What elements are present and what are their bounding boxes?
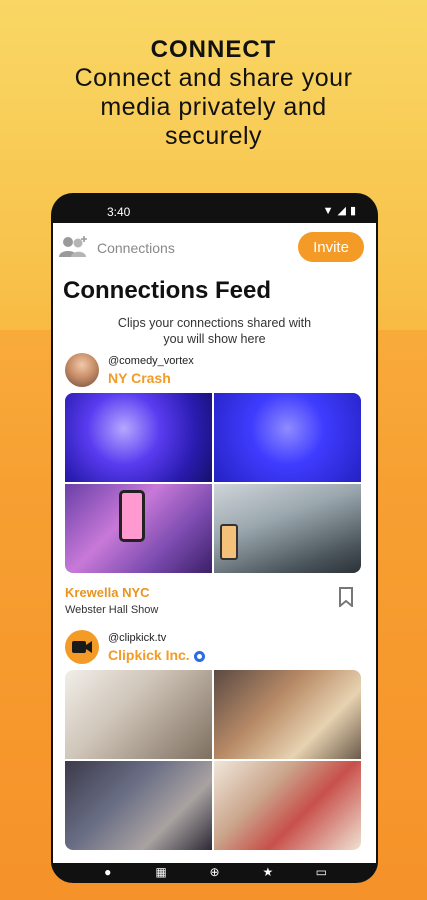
promo-line-3: securely <box>164 122 263 150</box>
feed-subtitle-line-2: you will show here <box>163 332 266 346</box>
app-screen: Connections Invite Connections Feed Clip… <box>53 223 376 883</box>
post-caption: Krewella NYC Webster Hall Show <box>65 585 376 616</box>
media-thumbnail[interactable] <box>214 761 361 850</box>
section-label: Connections <box>97 240 175 256</box>
camera-logo-icon <box>72 641 92 653</box>
post-handle[interactable]: @clipkick.tv <box>108 632 166 644</box>
chat-icon[interactable]: ▭ <box>312 865 330 879</box>
promo-headline: CONNECT Connect and share your media pri… <box>0 36 427 151</box>
status-icons: ▼ ◢ ▮ <box>322 204 356 218</box>
feed-post: @comedy_vortex NY Crash Krewella NYC Web… <box>53 353 376 616</box>
people-plus-icon[interactable] <box>59 235 89 257</box>
feed-icon[interactable]: ▦ <box>152 865 170 879</box>
bottom-nav: ● ▦ ⊕ ★ ▭ <box>51 863 378 883</box>
star-icon[interactable]: ★ <box>259 865 277 879</box>
media-thumbnail[interactable] <box>65 393 212 482</box>
media-thumbnail[interactable] <box>214 484 361 573</box>
invite-button[interactable]: Invite <box>298 232 364 262</box>
avatar[interactable] <box>65 630 99 664</box>
wifi-icon: ▼ <box>322 204 334 217</box>
signal-icon: ◢ <box>337 205 346 217</box>
status-time: 3:40 <box>107 205 131 219</box>
feed-title: Connections Feed <box>63 277 272 304</box>
media-thumbnail[interactable] <box>65 670 212 759</box>
promo-title: CONNECT <box>150 36 277 63</box>
phone-frame: 3:40 ▼ ◢ ▮ Connections Invite Connection… <box>51 193 378 883</box>
promo-line-1: Connect and share your <box>74 64 353 92</box>
avatar[interactable] <box>65 353 99 387</box>
caption-subtitle: Webster Hall Show <box>65 604 159 616</box>
add-circle-icon[interactable]: ⊕ <box>205 865 223 879</box>
post-header: @comedy_vortex NY Crash <box>53 353 376 393</box>
media-thumbnail[interactable] <box>214 670 361 759</box>
media-grid[interactable] <box>65 393 361 573</box>
caption-title: Krewella NYC <box>65 585 150 600</box>
feed-subtitle: Clips your connections shared with you w… <box>53 315 376 347</box>
feed-subtitle-line-1: Clips your connections shared with <box>117 316 312 330</box>
post-author-name[interactable]: Clipkick Inc. <box>108 647 205 663</box>
bookmark-icon[interactable] <box>338 587 354 607</box>
media-grid[interactable] <box>65 670 361 850</box>
media-thumbnail[interactable] <box>65 484 212 573</box>
battery-icon: ▮ <box>349 205 356 217</box>
top-bar: Connections Invite <box>53 223 376 271</box>
post-handle[interactable]: @comedy_vortex <box>108 355 194 367</box>
media-thumbnail[interactable] <box>65 761 212 850</box>
post-author-name[interactable]: NY Crash <box>108 370 171 386</box>
verified-badge-icon <box>193 650 205 662</box>
post-header: @clipkick.tv Clipkick Inc. <box>53 630 376 670</box>
phone-image <box>119 490 145 542</box>
promo-line-2: media privately and <box>100 93 327 121</box>
post-author-name-text: Clipkick Inc. <box>108 647 190 663</box>
phone-image <box>220 524 238 560</box>
avatar-icon[interactable]: ● <box>99 865 117 879</box>
media-thumbnail[interactable] <box>214 393 361 482</box>
feed-post: @clipkick.tv Clipkick Inc. <box>53 630 376 850</box>
